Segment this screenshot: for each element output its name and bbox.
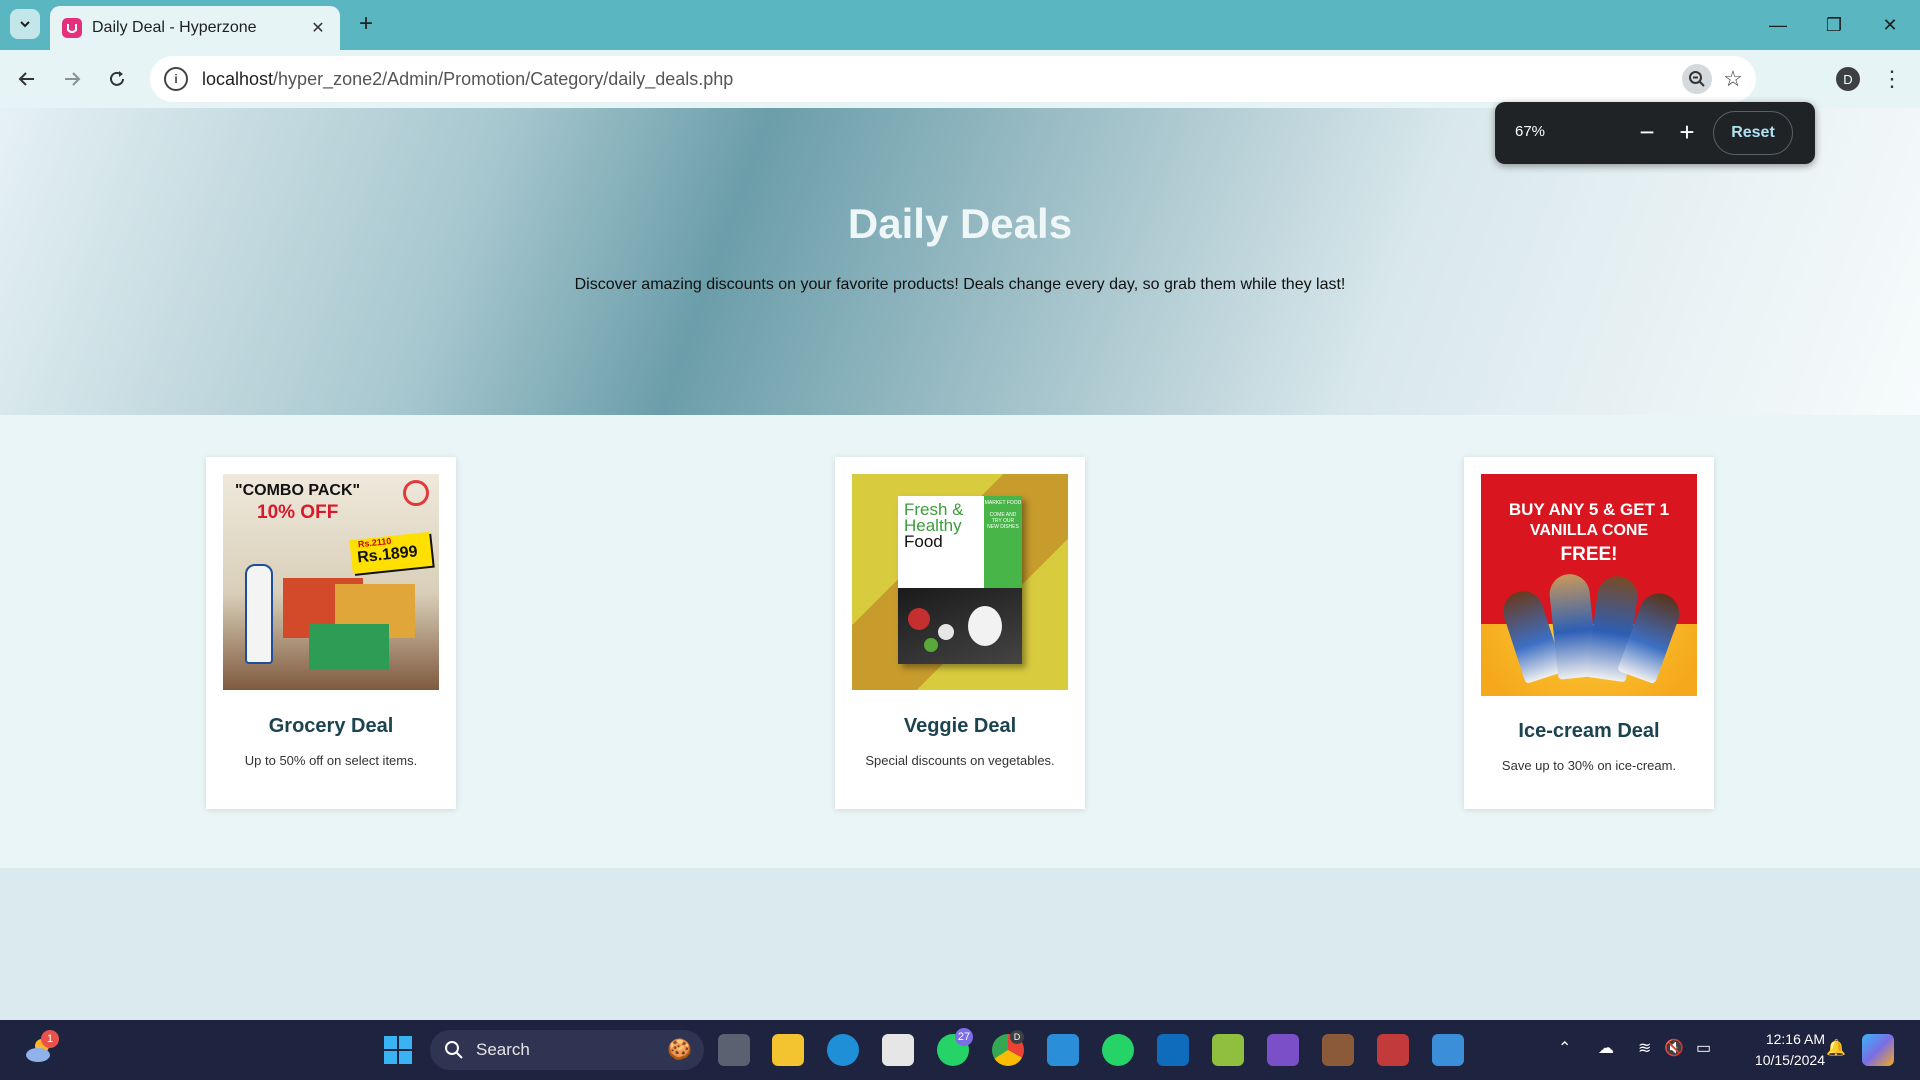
task-view-icon[interactable]: [718, 1034, 750, 1066]
windows-start-icon[interactable]: [382, 1034, 414, 1066]
deal-title: Grocery Deal: [268, 715, 394, 737]
visual-studio-icon[interactable]: [1267, 1034, 1299, 1066]
deal-card-icecream[interactable]: BUY ANY 5 & GET 1 VANILLA CONE FREE! Ice…: [1464, 457, 1714, 809]
zoom-level: 67%: [1515, 123, 1546, 140]
app-icon[interactable]: [1212, 1034, 1244, 1066]
notification-bell-icon[interactable]: 🔔: [1826, 1038, 1846, 1058]
arrow-right-icon: [65, 72, 81, 86]
browser-toolbar: i localhost/hyper_zone2/Admin/Promotion/…: [0, 50, 1920, 108]
microsoft-store-icon[interactable]: [882, 1034, 914, 1066]
grocery-deal-image: "COMBO PACK" 10% OFF Rs.2110 Rs.1899: [223, 474, 439, 690]
chrome-profile-badge: D: [1010, 1030, 1024, 1044]
profile-avatar[interactable]: D: [1836, 67, 1860, 91]
deal-title: Veggie Deal: [903, 715, 1017, 737]
clock-date: 10/15/2024: [1754, 1052, 1825, 1068]
browser-menu-icon[interactable]: ⋮: [1880, 63, 1904, 95]
chevron-down-icon: [20, 21, 30, 28]
page-subtitle: Discover amazing discounts on your favor…: [574, 276, 1346, 293]
volume-muted-icon[interactable]: 🔇: [1664, 1038, 1684, 1058]
whatsapp-web-icon[interactable]: [1102, 1034, 1134, 1066]
restore-button[interactable]: ❐: [1806, 0, 1862, 50]
site-info-icon[interactable]: i: [164, 67, 188, 91]
tab-daily-deal[interactable]: Daily Deal - Hyperzone ✕: [50, 6, 340, 50]
file-explorer-icon[interactable]: [772, 1034, 804, 1066]
zoom-in-button[interactable]: +: [1670, 115, 1704, 149]
reload-icon: [110, 71, 124, 86]
arrow-left-icon: [18, 72, 34, 86]
hyperzone-favicon-icon: [62, 18, 82, 38]
tab-title: Daily Deal - Hyperzone: [92, 19, 257, 36]
reload-button[interactable]: [101, 63, 133, 95]
deal-card-veggie[interactable]: Fresh & Healthy Food MARKET FOOD COME AN…: [835, 457, 1085, 809]
url-text: localhost/hyper_zone2/Admin/Promotion/Ca…: [202, 68, 734, 89]
deal-description: Save up to 30% on ice-cream.: [1501, 758, 1677, 773]
copilot-icon[interactable]: [1862, 1034, 1894, 1066]
close-tab-icon[interactable]: ✕: [308, 18, 328, 38]
zoom-popup: 67% − + Reset: [1495, 102, 1815, 164]
edge-icon[interactable]: [827, 1034, 859, 1066]
search-icon: [445, 1041, 463, 1059]
weather-badge: 1: [41, 1030, 59, 1048]
page-content: Daily Deals Discover amazing discounts o…: [0, 108, 1920, 1020]
onedrive-icon[interactable]: ☁: [1598, 1038, 1614, 1058]
search-label: Search: [476, 1040, 530, 1059]
deal-description: Up to 50% off on select items.: [244, 753, 418, 768]
deal-title: Ice-cream Deal: [1518, 720, 1660, 742]
chevron-up-icon[interactable]: ⌃: [1558, 1038, 1571, 1058]
tab-search-button[interactable]: [10, 9, 40, 39]
zoom-out-button[interactable]: −: [1630, 115, 1664, 149]
tab-strip: Daily Deal - Hyperzone ✕ + — ❐ ✕: [0, 0, 1920, 50]
clock-time: 12:16 AM: [1765, 1031, 1825, 1047]
deals-section: "COMBO PACK" 10% OFF Rs.2110 Rs.1899 Gro…: [0, 415, 1920, 868]
outlook-icon[interactable]: [1157, 1034, 1189, 1066]
deal-description: Special discounts on vegetables.: [865, 753, 1055, 768]
deal-card-grocery[interactable]: "COMBO PACK" 10% OFF Rs.2110 Rs.1899 Gro…: [206, 457, 456, 809]
zoom-icon[interactable]: [1682, 64, 1712, 94]
bookmark-star-icon[interactable]: ☆: [1718, 64, 1748, 94]
new-tab-button[interactable]: +: [352, 10, 380, 38]
minimize-button[interactable]: —: [1750, 0, 1806, 50]
address-bar[interactable]: i localhost/hyper_zone2/Admin/Promotion/…: [150, 56, 1756, 102]
page-title: Daily Deals: [847, 200, 1073, 247]
window-close-button[interactable]: ✕: [1862, 0, 1918, 50]
veggie-deal-image: Fresh & Healthy Food MARKET FOOD COME AN…: [852, 474, 1068, 690]
taskbar-search[interactable]: Search 🍪: [430, 1030, 704, 1070]
clock[interactable]: 12:16 AM 10/15/2024: [1735, 1029, 1825, 1071]
search-highlight-icon: 🍪: [667, 1039, 692, 1061]
notepad-icon[interactable]: [1432, 1034, 1464, 1066]
icecream-deal-image: BUY ANY 5 & GET 1 VANILLA CONE FREE!: [1481, 474, 1697, 696]
game-icon[interactable]: [1322, 1034, 1354, 1066]
whatsapp-badge: 27: [955, 1028, 973, 1046]
back-button[interactable]: [11, 63, 43, 95]
forward-button[interactable]: [56, 63, 88, 95]
winrar-icon[interactable]: [1377, 1034, 1409, 1066]
taskbar: 1 Search 🍪 27 D ⌃ ☁ ≋ 🔇 ▭ 12:16 AM 10/15…: [0, 1020, 1920, 1080]
zoom-reset-button[interactable]: Reset: [1713, 111, 1793, 155]
wifi-icon[interactable]: ≋: [1638, 1038, 1651, 1058]
battery-icon[interactable]: ▭: [1696, 1038, 1711, 1058]
vscode-icon[interactable]: [1047, 1034, 1079, 1066]
